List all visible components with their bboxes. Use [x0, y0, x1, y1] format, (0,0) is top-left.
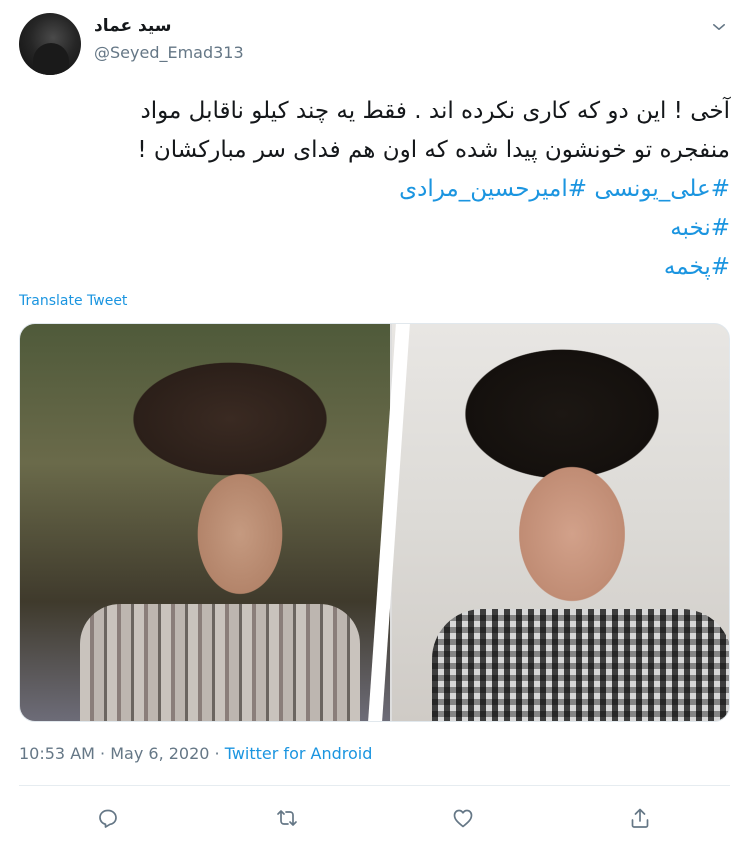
tweet-text-line: منفجره تو خونشون پیدا شده که اون هم فدای… — [137, 137, 730, 163]
tweet-meta: 10:53 AM · May 6, 2020 · Twitter for And… — [19, 744, 372, 763]
display-name[interactable]: سید عماد — [94, 16, 172, 36]
tweet-media[interactable] — [19, 323, 730, 722]
retweet-button[interactable] — [270, 801, 304, 835]
share-icon — [631, 808, 649, 828]
heart-icon — [453, 809, 473, 828]
user-handle[interactable]: @Seyed_Emad313 — [94, 43, 244, 62]
hashtag-link[interactable]: #علی_یونسی — [594, 176, 730, 202]
hashtag-link[interactable]: #نخبه — [670, 215, 730, 241]
tweet-time[interactable]: 10:53 AM — [19, 744, 95, 763]
hashtag-line: #نخبه — [19, 209, 730, 248]
reply-icon — [99, 809, 117, 828]
reply-button[interactable] — [91, 801, 125, 835]
avatar[interactable] — [19, 13, 81, 75]
hashtag-line: #علی_یونسی #امیرحسین_مرادی — [19, 170, 730, 209]
divider — [19, 785, 730, 786]
tweet-source-link[interactable]: Twitter for Android — [225, 744, 373, 763]
action-bar — [0, 801, 748, 835]
tweet-text: آخی ! این دو که کاری نکرده اند . فقط یه … — [19, 92, 730, 287]
hashtag-link[interactable]: #پخمه — [664, 254, 730, 280]
hashtag-link[interactable]: #امیرحسین_مرادی — [399, 176, 587, 202]
tweet-text-line: آخی ! این دو که کاری نکرده اند . فقط یه … — [140, 98, 731, 124]
like-button[interactable] — [446, 801, 480, 835]
hashtag-line: #پخمه — [19, 248, 730, 287]
meta-separator: · — [209, 744, 225, 763]
photo-left[interactable] — [20, 324, 390, 721]
share-button[interactable] — [623, 801, 657, 835]
retweet-icon — [277, 810, 297, 826]
chevron-down-icon[interactable] — [708, 16, 730, 38]
photo-right[interactable] — [392, 324, 729, 721]
tweet-date[interactable]: May 6, 2020 — [110, 744, 209, 763]
tweet: سید عماد @Seyed_Emad313 آخی ! این دو که … — [0, 0, 748, 846]
translate-tweet-link[interactable]: Translate Tweet — [19, 293, 127, 309]
meta-separator: · — [94, 744, 111, 763]
